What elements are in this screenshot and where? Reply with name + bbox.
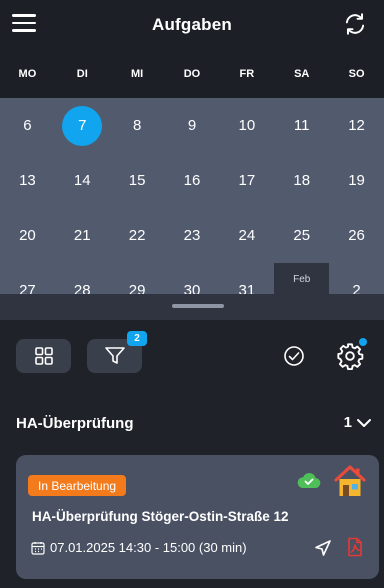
day-number: 26: [348, 227, 365, 244]
calendar-day[interactable]: 6: [0, 98, 55, 153]
day-number: 21: [73, 227, 91, 244]
calendar-day[interactable]: 13: [0, 153, 55, 208]
notification-dot: [359, 338, 367, 346]
filter-count-badge: 2: [127, 331, 147, 346]
task-datetime: 07.01.2025 14:30 - 15:00 (30 min): [50, 540, 247, 555]
day-number: 11: [293, 117, 310, 134]
calendar-day[interactable]: 25: [274, 208, 329, 263]
hamburger-icon[interactable]: [12, 14, 36, 34]
calendar-icon: [31, 542, 45, 555]
weekday-label: MO: [18, 68, 37, 80]
house-icon: [334, 465, 366, 496]
calendar-day[interactable]: 18: [274, 153, 329, 208]
calendar-grid: 6 7 8 9 10 11 12 13 14 15 16 17 18 19 20…: [0, 98, 384, 318]
day-number: 7: [78, 117, 87, 134]
calendar-day[interactable]: 8: [110, 98, 165, 153]
calendar-day[interactable]: 24: [219, 208, 274, 263]
weekday-label: SO: [348, 68, 365, 80]
day-number: 23: [183, 227, 201, 244]
calendar-day-selected[interactable]: 7: [55, 98, 110, 153]
weekday-label: DO: [183, 68, 201, 80]
weekday-label: FR: [239, 68, 255, 80]
day-number: 12: [348, 117, 365, 134]
weekday-label: MI: [131, 68, 144, 80]
weekday-header: MO DI MI DO FR SA SO: [0, 50, 384, 98]
day-number: 25: [293, 227, 311, 244]
calendar-day[interactable]: 14: [55, 153, 110, 208]
task-title: HA-Überprüfung Stöger-Ostin-Straße 12: [32, 509, 289, 524]
pdf-icon[interactable]: [347, 537, 363, 557]
section-title: HA-Überprüfung: [16, 415, 134, 432]
day-number: 24: [238, 227, 256, 244]
calendar-day[interactable]: 26: [329, 208, 384, 263]
weekday-label: DI: [76, 68, 88, 80]
weekday-label: SA: [294, 68, 310, 80]
task-card[interactable]: In Bearbeitung HA-Überprüfung Stöger-Ost…: [16, 455, 379, 579]
drag-handle[interactable]: [172, 304, 224, 308]
section-toggle[interactable]: 1: [344, 414, 372, 431]
calendar-day[interactable]: 23: [165, 208, 220, 263]
cloud-check-icon: [297, 473, 321, 489]
calendar-day[interactable]: 10: [219, 98, 274, 153]
day-number: 16: [183, 172, 201, 189]
section-count: 1: [343, 414, 352, 431]
day-number: 18: [293, 172, 311, 189]
calendar-day[interactable]: 22: [110, 208, 165, 263]
calendar-day[interactable]: 20: [0, 208, 55, 263]
gear-icon[interactable]: [336, 342, 364, 370]
calendar-day[interactable]: 15: [110, 153, 165, 208]
month-label: Feb: [293, 274, 311, 285]
day-number: 6: [23, 117, 32, 134]
calendar-day[interactable]: 12: [329, 98, 384, 153]
calendar-day[interactable]: 17: [219, 153, 274, 208]
check-circle-icon[interactable]: [283, 345, 305, 367]
day-number: 19: [348, 172, 365, 189]
day-number: 8: [132, 117, 142, 134]
sync-icon[interactable]: [342, 11, 368, 37]
day-number: 9: [187, 117, 197, 134]
calendar-day[interactable]: 9: [165, 98, 220, 153]
calendar-day[interactable]: 11: [274, 98, 329, 153]
grid-view-button[interactable]: [16, 339, 71, 373]
grid-icon: [34, 347, 53, 365]
day-number: 17: [238, 172, 256, 189]
navigation-icon[interactable]: [313, 538, 333, 558]
day-number: 13: [19, 172, 36, 189]
filter-icon: [104, 347, 125, 364]
day-number: 22: [128, 227, 146, 244]
day-number: 20: [19, 227, 36, 244]
day-number: 14: [73, 172, 91, 189]
calendar-day[interactable]: 21: [55, 208, 110, 263]
selected-day-marker: 7: [62, 105, 103, 146]
calendar-day[interactable]: 19: [329, 153, 384, 208]
day-number: 15: [128, 172, 146, 189]
day-number: 10: [238, 117, 256, 134]
chevron-down-icon: [357, 418, 371, 427]
calendar-day[interactable]: 16: [165, 153, 220, 208]
app-header: Aufgaben: [0, 0, 384, 50]
page-title: Aufgaben: [152, 15, 232, 34]
status-badge: In Bearbeitung: [28, 475, 127, 496]
